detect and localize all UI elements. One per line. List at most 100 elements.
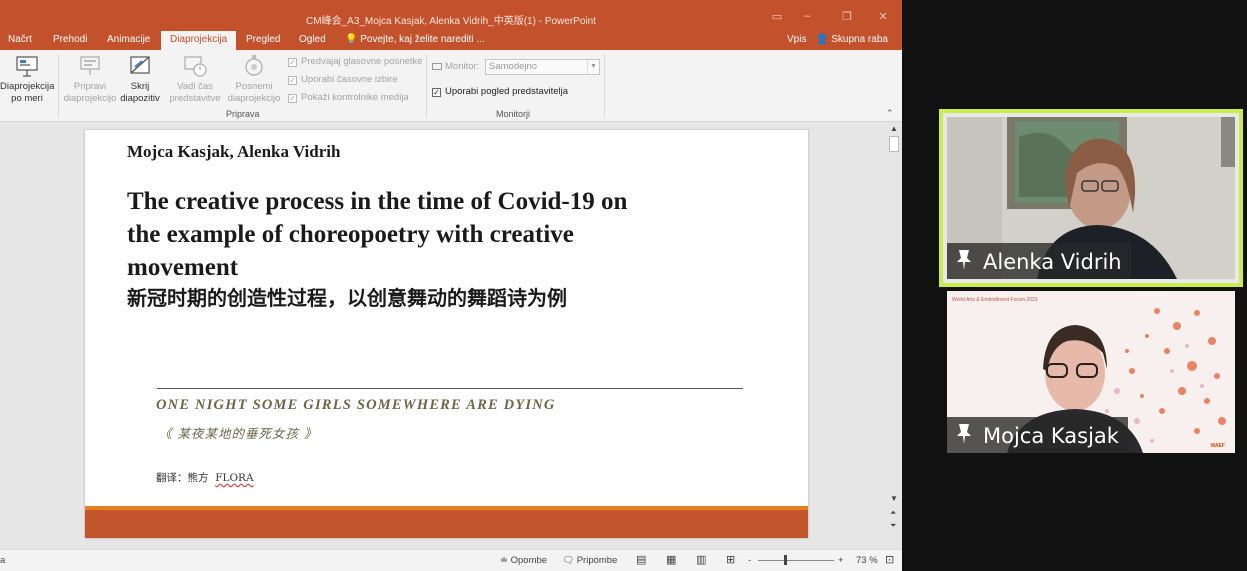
title-bar: CM峰会_A3_Mojca Kasjak, Alenka Vidrih_中英版(… — [0, 0, 902, 31]
rehearse-timings-icon — [184, 56, 207, 77]
use-timings-checkbox[interactable]: ✓ Uporabi časovne izbire — [288, 74, 398, 85]
minimize-icon[interactable]: – — [800, 10, 814, 22]
pin-icon — [957, 250, 971, 270]
record-slideshow-button[interactable]: Posnemi diaprojekcijo — [223, 53, 285, 105]
fit-to-window-icon[interactable]: ⊡ — [885, 553, 894, 566]
record-slideshow-icon — [245, 55, 263, 76]
zoom-level[interactable]: 73 % — [856, 555, 878, 566]
tab-design[interactable]: Načrt — [8, 34, 32, 45]
monitor-select-value: Samodejno — [489, 61, 538, 72]
custom-slideshow-icon — [16, 56, 38, 77]
scroll-up-icon[interactable]: ▲ — [890, 124, 898, 133]
monitor-label-wrap: Monitor: — [432, 61, 479, 72]
participant-name-tag: Alenka Vidrih — [947, 243, 1131, 279]
checkmark-icon: ✓ — [288, 76, 297, 85]
ribbon-separator — [426, 54, 427, 118]
rehearse-timings-line2: predstavitve — [169, 93, 221, 104]
reading-view-icon[interactable]: ▥ — [696, 553, 706, 566]
scroll-down-icon[interactable]: ▼ — [890, 494, 898, 503]
zoom-slider-thumb[interactable] — [784, 555, 787, 565]
collapse-ribbon-icon[interactable]: ⌃ — [886, 108, 894, 119]
ribbon-tabs: Načrt Prehodi Animacije Diaprojekcija Pr… — [0, 31, 902, 50]
chevron-down-icon: ▼ — [587, 60, 599, 74]
slide-title-en: The creative process in the time of Covi… — [127, 185, 747, 284]
next-slide-icon[interactable]: ⏷ — [890, 521, 896, 531]
video-tile[interactable]: World Arts & Embodiment Forum 2023 WAEF … — [947, 291, 1235, 453]
scrollbar-thumb[interactable] — [889, 136, 899, 152]
hide-slide-button[interactable]: Skrij diapozitiv — [119, 53, 161, 105]
monitor-select[interactable]: Samodejno ▼ — [485, 59, 600, 75]
hide-slide-line2: diapozitiv — [120, 93, 160, 104]
group-label-monitors: Monitorji — [496, 109, 531, 119]
prepare-slideshow-icon — [80, 56, 100, 75]
record-slideshow-line2: diaprojekcijo — [227, 93, 281, 104]
status-slide-info: a — [0, 555, 6, 566]
presenter-view-checkbox[interactable]: ✓ Uporabi pogled predstavitelja — [432, 86, 568, 97]
tell-me-text: Povejte, kaj želite narediti ... — [360, 34, 485, 45]
person-icon: 👤 — [816, 34, 829, 45]
share-button[interactable]: 👤 Skupna raba — [816, 34, 888, 45]
tab-animations[interactable]: Animacije — [107, 34, 150, 45]
share-label: Skupna raba — [831, 34, 888, 45]
custom-slideshow-button[interactable]: Diaprojekcija po meri — [0, 53, 54, 105]
custom-slideshow-line1: Diaprojekcija — [0, 81, 55, 92]
rehearse-timings-line1: Vadi čas — [177, 81, 213, 92]
tile-banner-text: World Arts & Embodiment Forum 2023 — [952, 297, 1038, 303]
participant-name-tag: Mojca Kasjak — [947, 417, 1128, 453]
normal-view-icon[interactable]: ▤ — [636, 553, 646, 566]
hide-slide-icon — [130, 56, 150, 74]
play-narrations-label: Predvajaj glasovne posnetke — [301, 56, 423, 67]
hide-slide-line1: Skrij — [130, 81, 150, 92]
tab-slideshow[interactable]: Diaprojekcija — [161, 31, 237, 50]
zoom-in-button[interactable]: + — [838, 555, 844, 566]
play-narrations-checkbox[interactable]: ✓ Predvajaj glasovne posnetke — [288, 56, 422, 67]
monitor-icon — [432, 63, 442, 70]
zoom-out-button[interactable]: - — [748, 555, 751, 566]
rehearse-timings-button[interactable]: Vadi čas predstavitve — [169, 53, 221, 105]
slide-title-en-line: The creative process in the time of Covi… — [127, 188, 628, 215]
tab-transitions[interactable]: Prehodi — [53, 34, 87, 45]
ribbon-display-options-icon[interactable]: ▭ — [770, 10, 784, 23]
sign-in-link[interactable]: Vpis — [787, 34, 806, 45]
video-tile-active-speaker[interactable]: Alenka Vidrih — [939, 109, 1243, 287]
group-label-setup: Priprava — [226, 109, 260, 119]
notes-icon: ≐ — [500, 555, 508, 566]
notes-button[interactable]: ≐ Opombe — [500, 555, 547, 566]
close-icon[interactable]: ✕ — [876, 10, 890, 23]
checkmark-icon: ✓ — [288, 58, 297, 67]
comments-label: Pripombe — [576, 555, 618, 566]
tile-logo-text: WAEF — [1210, 443, 1225, 449]
use-timings-label: Uporabi časovne izbire — [301, 74, 398, 85]
checkmark-icon: ✓ — [432, 88, 441, 97]
slide-footer-bar — [85, 510, 808, 538]
monitor-label: Monitor: — [445, 61, 480, 72]
zoom-slider[interactable] — [758, 560, 834, 561]
video-feed: Alenka Vidrih — [947, 117, 1235, 279]
restore-icon[interactable]: ❐ — [840, 10, 854, 23]
slide-title-cn: 新冠时期的创造性过程，以创意舞动的舞蹈诗为例 — [127, 286, 567, 310]
slideshow-view-icon[interactable]: ⊞ — [726, 553, 735, 566]
prepare-slideshow-line1: Pripravi — [73, 81, 107, 92]
participant-name: Alenka Vidrih — [983, 250, 1122, 274]
tell-me-box[interactable]: 💡 Povejte, kaj želite narediti ... — [345, 34, 485, 45]
show-media-controls-label: Pokaži kontrolnike medija — [301, 92, 409, 103]
ribbon-separator — [58, 54, 59, 118]
prepare-slideshow-button[interactable]: Pripravi diaprojekcijo — [62, 53, 118, 105]
participant-name: Mojca Kasjak — [983, 424, 1119, 448]
show-media-controls-checkbox[interactable]: ✓ Pokaži kontrolnike medija — [288, 92, 409, 103]
comments-button[interactable]: 🗨 Pripombe — [562, 555, 617, 566]
previous-slide-icon[interactable]: ⏶ — [890, 508, 896, 518]
tab-view[interactable]: Ogled — [299, 34, 326, 45]
slide[interactable]: Mojca Kasjak, Alenka Vidrih The creative… — [85, 130, 808, 538]
lightbulb-icon: 💡 — [345, 34, 358, 45]
ribbon: Diaprojekcija po meri Pripravi diaprojek… — [0, 50, 902, 122]
checkmark-icon: ✓ — [288, 94, 297, 103]
prepare-slideshow-line2: diaprojekcijo — [63, 93, 117, 104]
pin-icon — [957, 424, 971, 444]
vertical-scrollbar[interactable]: ▲ ▼ ⏶ ⏷ — [888, 122, 900, 549]
translator-name: FLORA — [215, 472, 254, 484]
tab-review[interactable]: Pregled — [246, 34, 280, 45]
comment-icon: 🗨 — [562, 555, 575, 566]
notes-label: Opombe — [510, 555, 548, 566]
slide-sorter-icon[interactable]: ▦ — [666, 553, 676, 566]
